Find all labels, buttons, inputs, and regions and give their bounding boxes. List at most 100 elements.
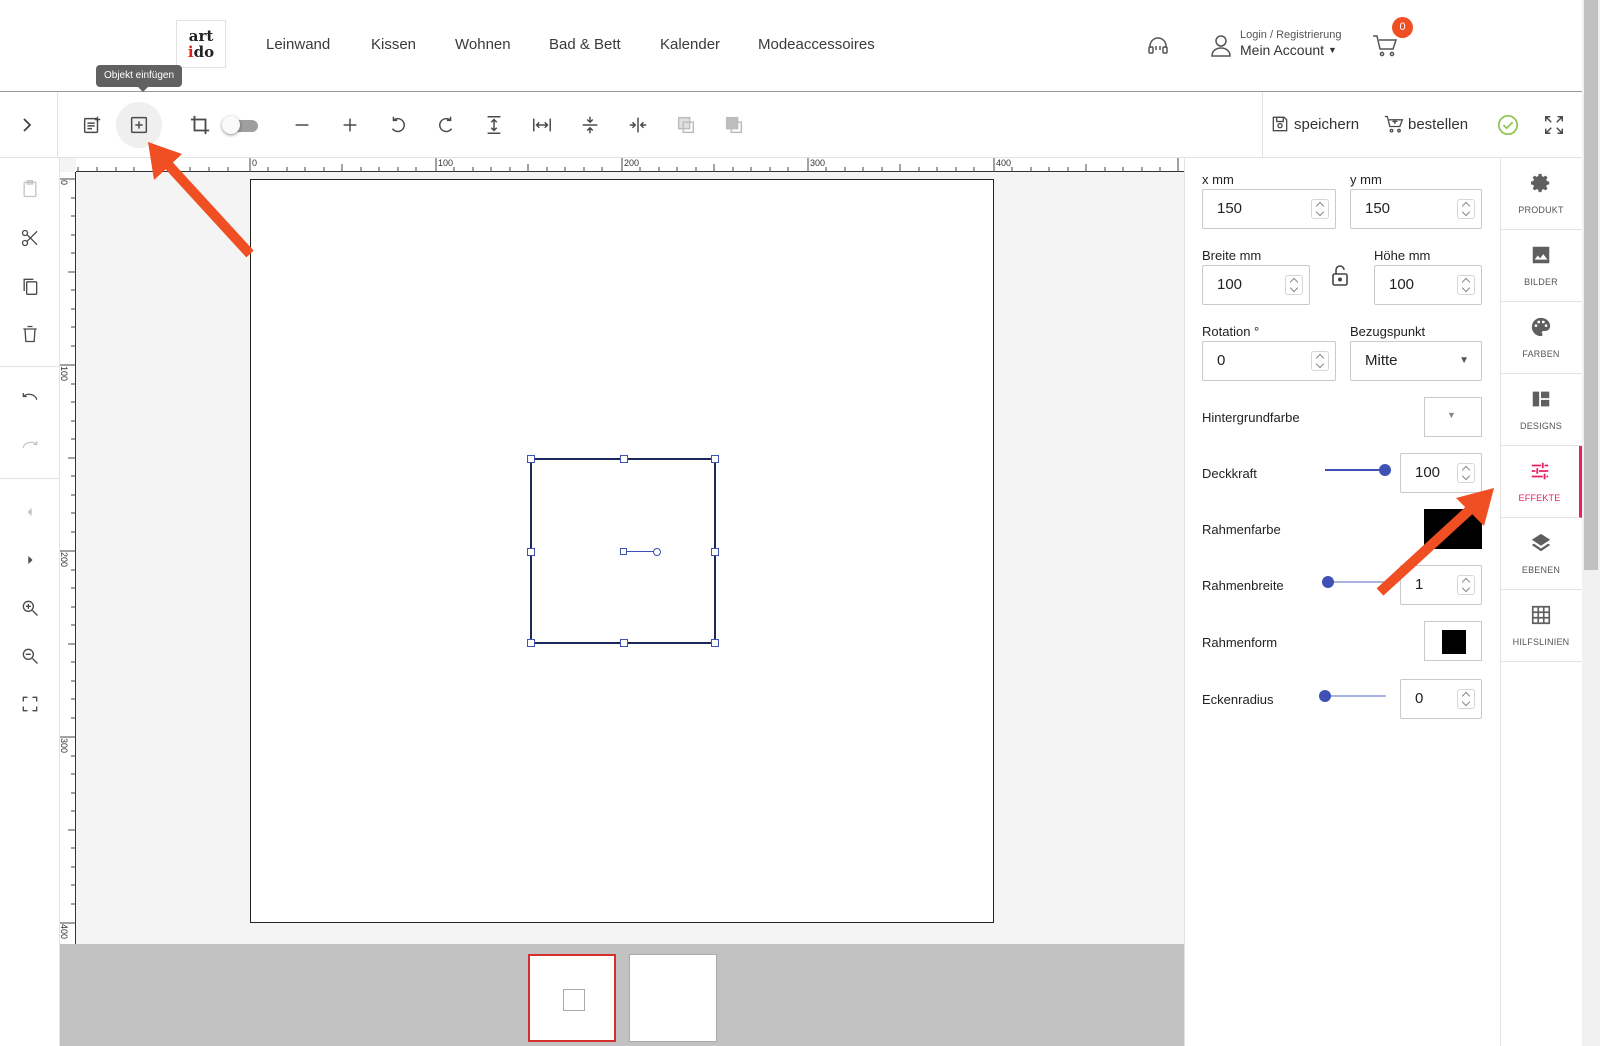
crop-toggle-switch[interactable] — [222, 116, 260, 134]
height-stepper[interactable] — [1457, 275, 1475, 295]
zoom-in-icon — [22, 600, 38, 616]
nav-link-kalender[interactable]: Kalender — [660, 36, 720, 53]
cut-button[interactable] — [14, 222, 46, 254]
nav-link-wohnen[interactable]: Wohnen — [455, 36, 511, 53]
center-horizontal-button[interactable] — [620, 107, 656, 143]
x-stepper[interactable] — [1311, 199, 1329, 219]
height-input[interactable]: 100 — [1374, 265, 1482, 305]
resize-handle[interactable] — [620, 639, 628, 647]
selected-rectangle-object[interactable] — [527, 455, 719, 647]
fullscreen-exit-icon[interactable] — [1543, 114, 1565, 141]
send-backward-button[interactable] — [668, 107, 704, 143]
resize-handle[interactable] — [527, 639, 535, 647]
artido-logo[interactable]: art ido — [176, 20, 226, 68]
next-page-button[interactable] — [14, 544, 46, 576]
crop-button[interactable] — [182, 107, 218, 143]
lock-open-icon[interactable] — [1330, 264, 1350, 293]
toggle-left-panel-button[interactable] — [0, 92, 58, 158]
rotate-left-button[interactable] — [380, 107, 416, 143]
nav-link-leinwand[interactable]: Leinwand — [266, 36, 330, 53]
y-stepper[interactable] — [1457, 199, 1475, 219]
headset-icon[interactable] — [1146, 34, 1170, 63]
tab-farben[interactable]: FARBEN — [1500, 302, 1582, 374]
rotate-right-button[interactable] — [428, 107, 464, 143]
palette-icon — [1531, 317, 1551, 337]
x-input[interactable]: 150 — [1202, 189, 1336, 229]
caret-left-icon — [27, 507, 32, 517]
y-input[interactable]: 150 — [1350, 189, 1482, 229]
insert-object-button[interactable] — [116, 102, 162, 148]
tab-designs[interactable]: DESIGNS — [1500, 374, 1582, 446]
page-scrollbar[interactable] — [1582, 0, 1600, 1046]
zoom-in-button[interactable] — [14, 592, 46, 624]
nav-link-modeaccessoires[interactable]: Modeaccessoires — [758, 36, 875, 53]
scrollbar-thumb[interactable] — [1584, 0, 1598, 570]
caret-right-icon — [28, 555, 33, 565]
fit-width-button[interactable] — [524, 107, 560, 143]
login-register-label: Login / Registrierung — [1240, 29, 1342, 41]
tab-bilder[interactable]: BILDER — [1500, 230, 1582, 302]
opacity-slider-thumb[interactable] — [1379, 464, 1391, 476]
rotate-handle[interactable] — [653, 548, 661, 556]
resize-handle[interactable] — [620, 455, 628, 463]
zoom-in-object-button[interactable] — [332, 107, 368, 143]
rotation-input[interactable]: 0 — [1202, 341, 1336, 381]
page-thumbnail-back[interactable] — [629, 954, 717, 1042]
order-button[interactable]: bestellen — [1384, 114, 1468, 134]
opacity-stepper[interactable] — [1457, 463, 1475, 483]
paste-button[interactable] — [14, 173, 46, 205]
border-width-slider-thumb[interactable] — [1322, 576, 1334, 588]
undo-button[interactable] — [14, 383, 46, 415]
account-menu[interactable]: Login / Registrierung Mein Account ▼ — [1240, 29, 1342, 58]
tab-produkt[interactable]: PRODUKT — [1500, 158, 1582, 230]
ruler-top-label: 400 — [996, 158, 1012, 168]
delete-button[interactable] — [14, 318, 46, 350]
resize-handle[interactable] — [711, 548, 719, 556]
nav-link-kissen[interactable]: Kissen — [371, 36, 416, 53]
zoom-out-button[interactable] — [14, 640, 46, 672]
fit-height-button[interactable] — [476, 107, 512, 143]
center-vertical-button[interactable] — [572, 107, 608, 143]
save-button[interactable]: speichern — [1270, 114, 1359, 134]
cart-icon[interactable] — [1372, 34, 1398, 63]
resize-handle[interactable] — [527, 548, 535, 556]
width-stepper[interactable] — [1285, 275, 1303, 295]
background-color-picker[interactable]: ▼ — [1424, 397, 1482, 437]
corner-radius-input[interactable]: 0 — [1400, 679, 1482, 719]
copy-button[interactable] — [14, 270, 46, 302]
page-thumbnail-front[interactable] — [528, 954, 616, 1042]
resize-handle[interactable] — [711, 639, 719, 647]
width-input[interactable]: 100 — [1202, 265, 1310, 305]
user-icon[interactable] — [1210, 34, 1232, 63]
add-text-button[interactable] — [74, 107, 110, 143]
opacity-slider-track[interactable] — [1325, 469, 1385, 471]
border-color-picker[interactable] — [1424, 509, 1482, 549]
fit-to-screen-button[interactable] — [14, 688, 46, 720]
corner-radius-stepper[interactable] — [1457, 689, 1475, 709]
border-width-stepper[interactable] — [1457, 575, 1475, 595]
move-handle[interactable] — [620, 548, 627, 555]
resize-handle[interactable] — [527, 455, 535, 463]
redo-button[interactable] — [14, 431, 46, 463]
corner-radius-slider-thumb[interactable] — [1319, 690, 1331, 702]
tab-ebenen[interactable]: EBENEN — [1500, 518, 1582, 590]
ruler-left-label: 400 — [59, 924, 69, 940]
rotation-stepper[interactable] — [1311, 351, 1329, 371]
tab-effekte[interactable]: EFFEKTE — [1500, 446, 1582, 518]
ruler-left-label: 200 — [59, 552, 69, 568]
previous-page-button[interactable] — [14, 496, 46, 528]
border-shape-picker[interactable] — [1424, 621, 1482, 661]
corner-radius-slider-track[interactable] — [1326, 695, 1386, 697]
gear-icon — [1530, 173, 1550, 193]
reference-point-select[interactable]: Mitte ▼ — [1350, 341, 1482, 381]
tab-hilfslinien[interactable]: HILFSLINIEN — [1500, 590, 1582, 662]
border-width-slider-track[interactable] — [1330, 581, 1390, 583]
order-label: bestellen — [1408, 115, 1469, 133]
bring-forward-button[interactable] — [716, 107, 752, 143]
opacity-input[interactable]: 100 — [1400, 453, 1482, 493]
resize-handle[interactable] — [711, 455, 719, 463]
border-width-input[interactable]: 1 — [1400, 565, 1482, 605]
zoom-out-object-button[interactable] — [284, 107, 320, 143]
nav-link-bad-bett[interactable]: Bad & Bett — [549, 36, 621, 53]
confirm-check-icon[interactable] — [1497, 114, 1519, 141]
